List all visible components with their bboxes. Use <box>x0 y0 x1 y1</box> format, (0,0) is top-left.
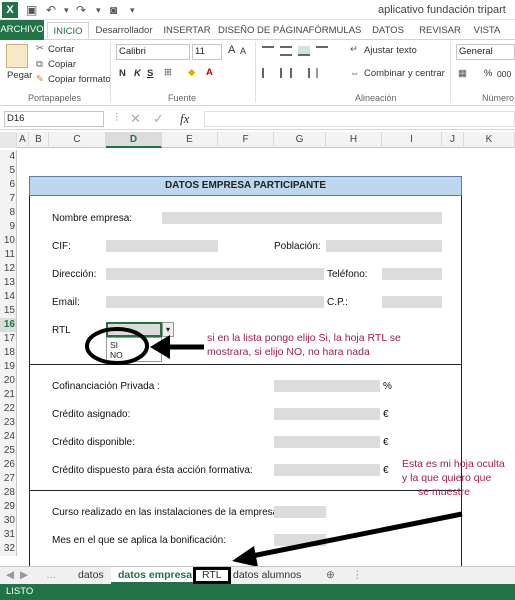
sheet-tabs-bar: ◀ ▶ … datos datos empresa RTL datos alum… <box>0 566 515 584</box>
sheet-tab-datos[interactable]: datos <box>78 567 104 584</box>
sheet-more-icon: ⋮ <box>352 569 363 581</box>
sheet-tab-datos-alumnos[interactable]: datos alumnos <box>233 567 301 584</box>
scroll-left-icon[interactable]: ◀ <box>6 567 14 584</box>
annotation-overlay <box>85 327 463 567</box>
new-sheet-icon[interactable]: ⊕ <box>326 567 335 584</box>
arrow-head <box>232 546 258 567</box>
sheet-tab-rtl[interactable]: RTL <box>193 567 231 584</box>
status-bar: LISTO <box>0 584 515 600</box>
arrow-head <box>150 335 170 359</box>
sheet-tab-datos-empresa[interactable]: datos empresa <box>111 567 200 584</box>
arrow-shaft <box>251 511 463 559</box>
scroll-right-icon[interactable]: ▶ <box>20 567 28 584</box>
circle-annotation <box>85 327 149 365</box>
more-sheets-icon[interactable]: … <box>46 567 57 584</box>
